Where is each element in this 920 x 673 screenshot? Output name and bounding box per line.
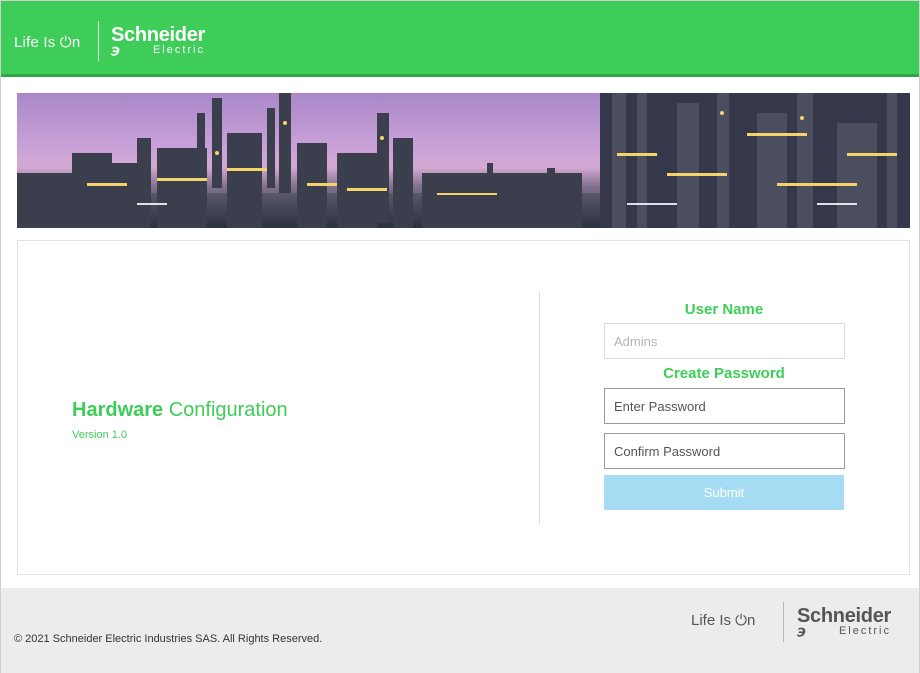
header-bar: Life Is ⏻n Schneider ℈ Electric — [1, 1, 919, 77]
footer-brand-sub-text: Electric — [838, 625, 891, 637]
footer: © 2021 Schneider Electric Industries SAS… — [1, 588, 919, 673]
schneider-electric-logo: Schneider ℈ Electric — [111, 25, 205, 56]
version-label: Version 1.0 — [72, 429, 128, 441]
confirm-password-input[interactable] — [604, 433, 845, 469]
password-input[interactable] — [604, 388, 845, 424]
submit-button[interactable]: Submit — [604, 475, 844, 510]
header-divider — [98, 21, 99, 61]
brand-sub-text: Electric — [152, 44, 205, 56]
user-name-label: User Name — [684, 301, 764, 318]
page-title-rest: Configuration — [163, 399, 288, 421]
brand-name: Schneider — [111, 24, 205, 46]
footer-brand-sub: ℈ Electric — [797, 624, 891, 638]
user-name-input[interactable] — [604, 323, 845, 359]
brand-sub: ℈ Electric — [111, 43, 205, 57]
vertical-divider — [539, 291, 540, 525]
footer-schneider-logo: Schneider ℈ Electric — [797, 606, 891, 637]
refinery-silhouette — [17, 93, 910, 228]
footer-electric-logo-icon: ℈ — [797, 624, 806, 638]
create-password-label: Create Password — [663, 365, 785, 382]
life-is-on-tagline: Life Is ⏻n — [14, 34, 81, 51]
footer-brand-name: Schneider — [797, 605, 891, 627]
electric-logo-icon: ℈ — [111, 43, 120, 57]
login-card: Hardware Configuration Version 1.0 User … — [17, 240, 910, 575]
footer-divider — [783, 602, 784, 642]
copyright-text: © 2021 Schneider Electric Industries SAS… — [14, 633, 323, 645]
page-title: Hardware Configuration — [72, 399, 288, 422]
footer-life-is-on-tagline: Life Is ⏻n — [691, 612, 756, 629]
page-title-bold: Hardware — [72, 399, 164, 421]
industrial-plant-banner-image — [17, 93, 910, 228]
